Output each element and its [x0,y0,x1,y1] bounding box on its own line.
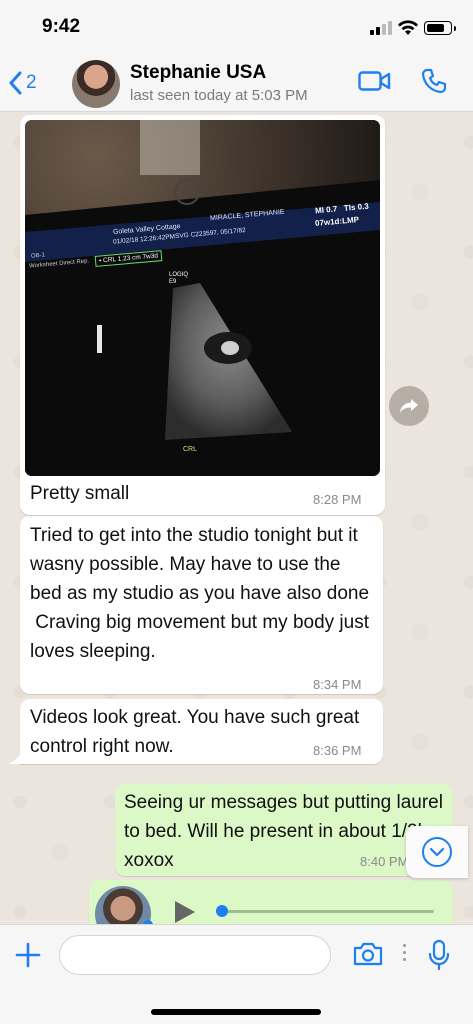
camera-icon[interactable] [352,941,384,967]
crl-label: CRL [183,446,198,453]
microphone-icon[interactable] [428,939,450,971]
incoming-message[interactable]: Videos look great. You have such great c… [20,699,383,764]
voice-progress-track[interactable] [222,910,434,913]
chevron-left-icon [9,71,22,95]
ob-label: OB-1 [30,252,46,260]
image-message[interactable]: Goleta Valley Cottage 01/02/18 12:26:42P… [20,115,385,515]
voice-progress-knob[interactable] [216,905,228,917]
video-call-icon[interactable] [358,70,391,92]
contact-name[interactable]: Stephanie USA [130,62,266,84]
contact-avatar[interactable] [72,60,120,108]
message-time: 8:28 PM [313,492,362,507]
probe-label: LOGIQ E9 [169,272,189,285]
message-time: 8:40 PM [360,854,409,869]
phone-icon[interactable] [420,67,448,95]
chat-header: 2 Stephanie USA last seen today at 5:03 … [0,56,473,112]
voice-note-message[interactable] [89,880,453,924]
last-seen-status: last seen today at 5:03 PM [130,87,308,104]
back-button[interactable]: 2 [8,68,37,98]
play-icon[interactable] [175,901,195,923]
battery-icon [424,21,456,35]
scroll-to-bottom-button[interactable] [406,826,468,878]
divider-dots [403,944,406,965]
message-text: Tried to get into the studio tonight but… [30,525,370,662]
message-time: 8:36 PM [313,743,362,758]
plus-icon[interactable] [14,941,42,969]
forward-button[interactable] [389,386,429,426]
chat-area[interactable]: Goleta Valley Cottage 01/02/18 12:26:42P… [0,112,473,924]
home-indicator[interactable] [151,1009,321,1015]
voice-sender-avatar [95,886,151,924]
ultrasound-image [25,120,380,476]
wifi-icon [398,20,418,35]
status-bar: 9:42 [0,0,473,56]
message-text: Pretty small [30,483,130,504]
message-input[interactable] [59,935,331,975]
incoming-message[interactable]: Tried to get into the studio tonight but… [20,516,383,694]
outgoing-message[interactable]: Seeing ur messages but putting laurel to… [115,784,453,876]
unread-count: 2 [26,72,37,93]
message-time: 8:34 PM [313,677,362,692]
chevron-down-circle-icon [422,837,452,867]
ultrasound-photo[interactable]: Goleta Valley Cottage 01/02/18 12:26:42P… [25,120,380,476]
forward-icon [400,399,418,413]
signal-icon [370,21,392,35]
status-time: 9:42 [42,16,81,37]
input-bar [0,924,473,1024]
bubble-tail [8,752,22,764]
